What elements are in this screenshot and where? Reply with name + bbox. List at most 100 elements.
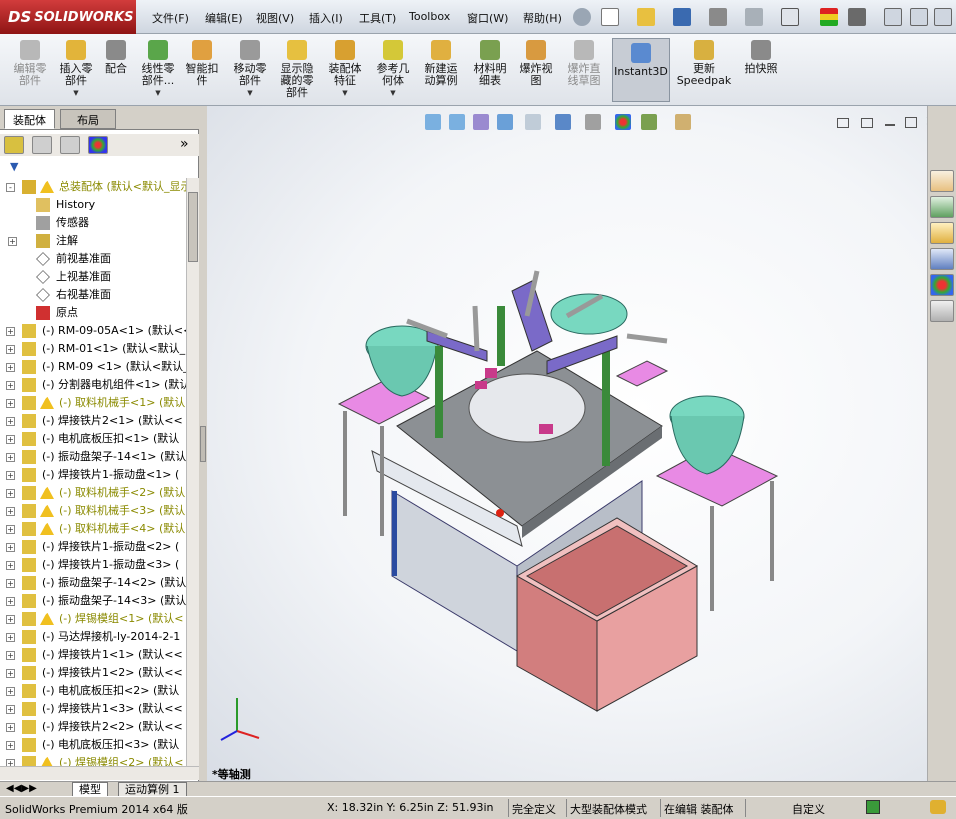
tree-item[interactable]: + (-) RM-01<1> (默认<默认_ (0, 340, 186, 358)
scroll-thumb[interactable] (188, 192, 198, 262)
tag-icon[interactable] (930, 800, 946, 814)
expand-toggle-icon[interactable]: + (6, 489, 15, 498)
assembly-model[interactable] (207, 106, 927, 781)
pin-icon[interactable] (573, 8, 591, 26)
command-0[interactable]: 编辑零 部件 (8, 38, 52, 87)
tree-vertical-scrollbar[interactable] (186, 178, 199, 768)
tree-item[interactable]: + (-) RM-09 <1> (默认<默认_ (0, 358, 186, 376)
tab-assembly[interactable]: 装配体 (4, 109, 55, 129)
configuration-manager-icon[interactable] (60, 136, 80, 154)
splitter-grip[interactable] (200, 426, 206, 462)
tree-item[interactable]: + (-) 电机底板压扣<1> (默认 (0, 430, 186, 448)
expand-toggle-icon[interactable]: + (6, 759, 15, 766)
expand-toggle-icon[interactable]: + (6, 453, 15, 462)
tree-item[interactable]: + (-) RM-09-05A<1> (默认<< (0, 322, 186, 340)
tree-item[interactable]: + (-) 振动盘架子-14<2> (默认 (0, 574, 186, 592)
expand-toggle-icon[interactable]: + (6, 579, 15, 588)
tree-item[interactable]: + (-) 焊接铁片1<1> (默认<< (0, 646, 186, 664)
expand-toggle-icon[interactable]: + (6, 687, 15, 696)
expand-toggle-icon[interactable]: + (6, 651, 15, 660)
dropdown-arrow-icon[interactable]: ▼ (228, 87, 272, 99)
tree-item[interactable]: 右视基准面 (0, 286, 186, 304)
expand-toggle-icon[interactable]: + (6, 615, 15, 624)
display-manager-icon[interactable] (88, 136, 108, 154)
custom-properties-icon[interactable] (930, 300, 954, 322)
tab-model[interactable]: 模型 (72, 782, 108, 797)
tree-item[interactable]: + (-) 焊接铁片1<2> (默认<< (0, 664, 186, 682)
dropdown-arrow-icon[interactable]: ▼ (372, 87, 414, 99)
command-15[interactable]: 拍快照 (740, 38, 782, 75)
command-5[interactable]: 移动零 部件 ▼ (228, 38, 272, 99)
close-window-icon[interactable] (934, 8, 952, 26)
tree-item[interactable]: + (-) 分割器电机组件<1> (默认 (0, 376, 186, 394)
expand-toggle-icon[interactable]: + (6, 525, 15, 534)
menu-tools[interactable]: 工具(T) (359, 10, 396, 26)
view-palette-icon[interactable] (930, 248, 954, 270)
appearances-icon[interactable] (930, 274, 954, 296)
expand-toggle-icon[interactable]: + (6, 345, 15, 354)
tree-item[interactable]: + 注解 (0, 232, 186, 250)
expand-toggle-icon[interactable]: + (6, 327, 15, 336)
tree-horizontal-scrollbar[interactable] (0, 766, 199, 780)
graphics-viewport[interactable]: ✕ (207, 106, 937, 781)
menu-file[interactable]: 文件(F) (152, 10, 189, 26)
expand-toggle-icon[interactable]: + (6, 381, 15, 390)
expand-toggle-icon[interactable]: + (8, 237, 17, 246)
expand-toggle-icon[interactable]: + (6, 543, 15, 552)
file-explorer-icon[interactable] (930, 222, 954, 244)
tree-item[interactable]: + (-) 焊锡模组<2> (默认< (0, 754, 186, 766)
tree-item[interactable]: + (-) 振动盘架子-14<3> (默认 (0, 592, 186, 610)
menu-help[interactable]: 帮助(H) (523, 10, 562, 26)
menu-window[interactable]: 窗口(W) (467, 10, 508, 26)
rebuild-traffic-light-icon[interactable] (820, 8, 838, 26)
expand-toggle-icon[interactable]: + (6, 597, 15, 606)
solidworks-logo[interactable]: DS SOLIDWORKS (0, 0, 136, 34)
tree-item[interactable]: + (-) 电机底板压扣<3> (默认 (0, 736, 186, 754)
tab-layout[interactable]: 布局 (60, 109, 116, 129)
command-14[interactable]: 更新 Speedpak (676, 38, 732, 87)
tree-item[interactable]: + (-) 焊接铁片2<2> (默认<< (0, 718, 186, 736)
design-library-icon[interactable] (930, 196, 954, 218)
expand-panel-icon[interactable]: » (180, 136, 189, 152)
restore-window-icon[interactable] (910, 8, 928, 26)
tree-item[interactable]: + (-) 取料机械手<2> (默认 (0, 484, 186, 502)
expand-toggle-icon[interactable]: + (6, 741, 15, 750)
command-9[interactable]: 新建运 动算例 (418, 38, 464, 87)
select-cursor-icon[interactable] (781, 8, 799, 26)
tree-item[interactable]: 传感器 (0, 214, 186, 232)
command-13[interactable]: Instant3D (612, 38, 670, 102)
dropdown-arrow-icon[interactable]: ▼ (324, 87, 366, 99)
command-4[interactable]: 智能扣 件 (182, 38, 222, 87)
home-icon[interactable] (930, 170, 954, 192)
tree-item[interactable]: + (-) 振动盘架子-14<1> (默认 (0, 448, 186, 466)
tree-item[interactable]: + (-) 焊接铁片1-振动盘<2> ( (0, 538, 186, 556)
command-2[interactable]: 配合 (102, 38, 130, 75)
command-10[interactable]: 材料明 细表 (470, 38, 510, 87)
menu-edit[interactable]: 编辑(E) (205, 10, 243, 26)
filter-icon[interactable]: ▼ (10, 160, 18, 173)
open-folder-icon[interactable] (637, 8, 655, 26)
property-manager-icon[interactable] (32, 136, 52, 154)
expand-toggle-icon[interactable]: + (6, 399, 15, 408)
tree-item[interactable]: + (-) 焊接铁片1<3> (默认<< (0, 700, 186, 718)
minimize-window-icon[interactable] (884, 8, 902, 26)
tab-motion-study[interactable]: 运动算例 1 (118, 782, 187, 797)
feature-manager-icon[interactable] (4, 136, 24, 154)
command-7[interactable]: 装配体 特征 ▼ (324, 38, 366, 99)
tree-item[interactable]: + (-) 焊接铁片2<1> (默认<< (0, 412, 186, 430)
command-8[interactable]: 参考几 何体 ▼ (372, 38, 414, 99)
dropdown-arrow-icon[interactable]: ▼ (136, 87, 180, 99)
command-1[interactable]: 插入零 部件 ▼ (56, 38, 96, 99)
expand-toggle-icon[interactable]: + (6, 723, 15, 732)
tree-item[interactable]: 上视基准面 (0, 268, 186, 286)
tree-item[interactable]: + (-) 电机底板压扣<2> (默认 (0, 682, 186, 700)
tree-item[interactable]: + (-) 马达焊接机-ly-2014-2-1 (0, 628, 186, 646)
expand-toggle-icon[interactable]: + (6, 633, 15, 642)
print-icon[interactable] (709, 8, 727, 26)
tree-filter[interactable]: ▼ (0, 158, 199, 176)
unit-system[interactable]: 自定义 (792, 801, 825, 817)
new-document-icon[interactable] (601, 8, 619, 26)
expand-toggle-icon[interactable]: + (6, 705, 15, 714)
command-3[interactable]: 线性零 部件... ▼ (136, 38, 180, 99)
tree-item[interactable]: + (-) 焊接铁片1-振动盘<3> ( (0, 556, 186, 574)
